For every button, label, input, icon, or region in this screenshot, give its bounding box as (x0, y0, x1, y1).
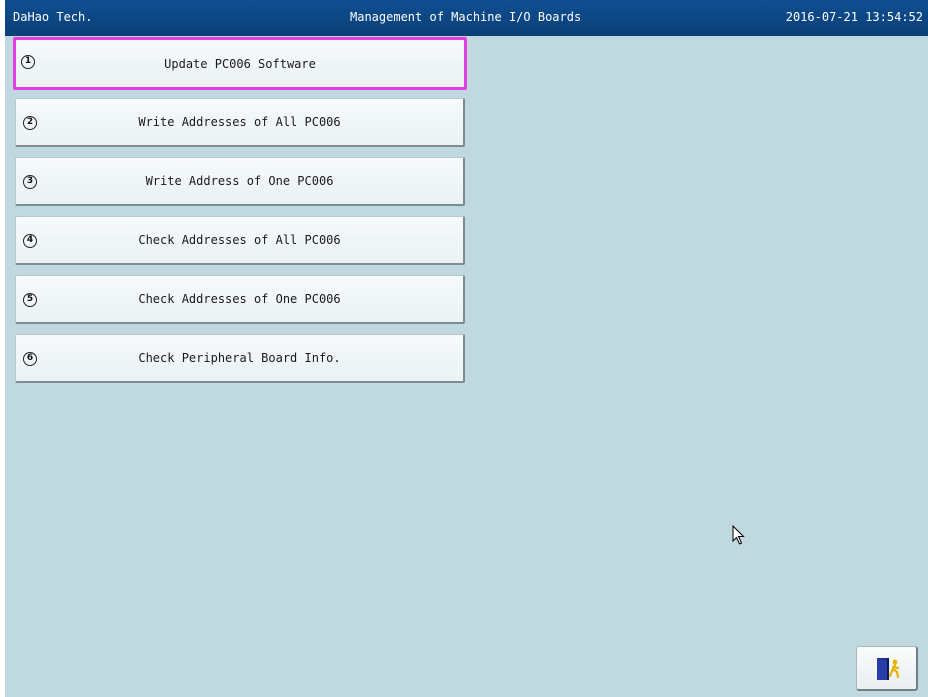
circled-number-icon: 2 (23, 116, 37, 130)
exit-door-icon (877, 658, 900, 680)
exit-button[interactable] (856, 646, 918, 691)
datetime: 2016-07-21 13:54:52 (785, 10, 923, 24)
mouse-cursor-icon (732, 525, 745, 545)
menu-item-update-software[interactable]: 1 Update PC006 Software (13, 37, 467, 90)
page-title: Management of Machine I/O Boards (350, 10, 582, 24)
circled-number-icon: 3 (23, 175, 37, 189)
company-name: DaHao Tech. (13, 10, 93, 24)
menu-item-check-one-address[interactable]: 5 Check Addresses of One PC006 (15, 275, 465, 324)
menu-item-peripheral-board-info[interactable]: 6 Check Peripheral Board Info. (15, 334, 465, 383)
menu-item-label: Update PC006 Software (164, 56, 316, 71)
menu-item-label: Check Addresses of One PC006 (138, 292, 341, 306)
circled-number-icon: 6 (23, 352, 37, 366)
title-bar: DaHao Tech. Management of Machine I/O Bo… (5, 0, 928, 36)
circled-number-icon: 4 (23, 234, 37, 248)
menu-item-write-one-address[interactable]: 3 Write Address of One PC006 (15, 157, 465, 206)
menu-item-label: Write Address of One PC006 (145, 174, 334, 188)
menu-item-write-all-addresses[interactable]: 2 Write Addresses of All PC006 (15, 98, 465, 147)
circled-number-icon: 1 (21, 55, 35, 69)
menu-item-label: Write Addresses of All PC006 (138, 115, 341, 129)
menu-item-check-all-addresses[interactable]: 4 Check Addresses of All PC006 (15, 216, 465, 265)
circled-number-icon: 5 (23, 293, 37, 307)
screen: DaHao Tech. Management of Machine I/O Bo… (5, 0, 928, 697)
menu-item-label: Check Peripheral Board Info. (138, 351, 341, 365)
menu-item-label: Check Addresses of All PC006 (138, 233, 341, 247)
